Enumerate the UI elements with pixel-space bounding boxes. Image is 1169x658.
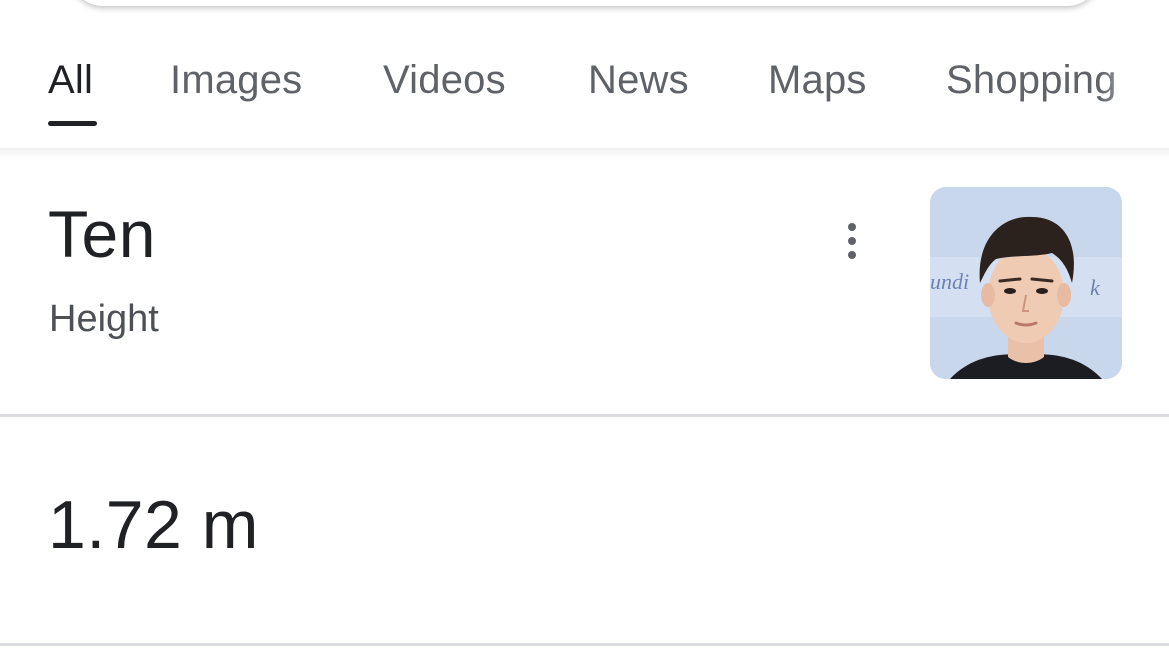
tab-maps[interactable]: Maps: [768, 58, 867, 103]
tabs-shadow: [0, 148, 1169, 158]
entity-subtitle: Height: [49, 298, 159, 340]
tab-images[interactable]: Images: [170, 58, 302, 103]
section-divider: [0, 414, 1169, 417]
more-options-button[interactable]: [830, 216, 874, 266]
active-tab-indicator: [48, 121, 97, 126]
tab-all[interactable]: All: [48, 58, 93, 103]
svg-text:k: k: [1090, 275, 1101, 300]
person-photo-icon: undi k: [930, 187, 1122, 379]
search-box[interactable]: [70, 0, 1100, 6]
entity-thumbnail[interactable]: undi k: [930, 187, 1122, 379]
more-vert-icon-dot: [848, 251, 856, 259]
tabs-fade: [1099, 40, 1169, 140]
more-vert-icon-dot: [848, 237, 856, 245]
entity-title: Ten: [48, 197, 156, 271]
search-results-page: All Images Videos News Maps Shopping Ten…: [0, 0, 1169, 658]
tab-news[interactable]: News: [588, 58, 689, 103]
search-tabs: All Images Videos News Maps Shopping: [0, 40, 1169, 150]
answer-value: 1.72 m: [48, 487, 259, 563]
tab-videos[interactable]: Videos: [383, 58, 506, 103]
tab-shopping[interactable]: Shopping: [946, 58, 1117, 103]
section-divider-bottom: [0, 643, 1169, 646]
more-vert-icon: [848, 223, 856, 231]
svg-text:undi: undi: [930, 269, 969, 294]
